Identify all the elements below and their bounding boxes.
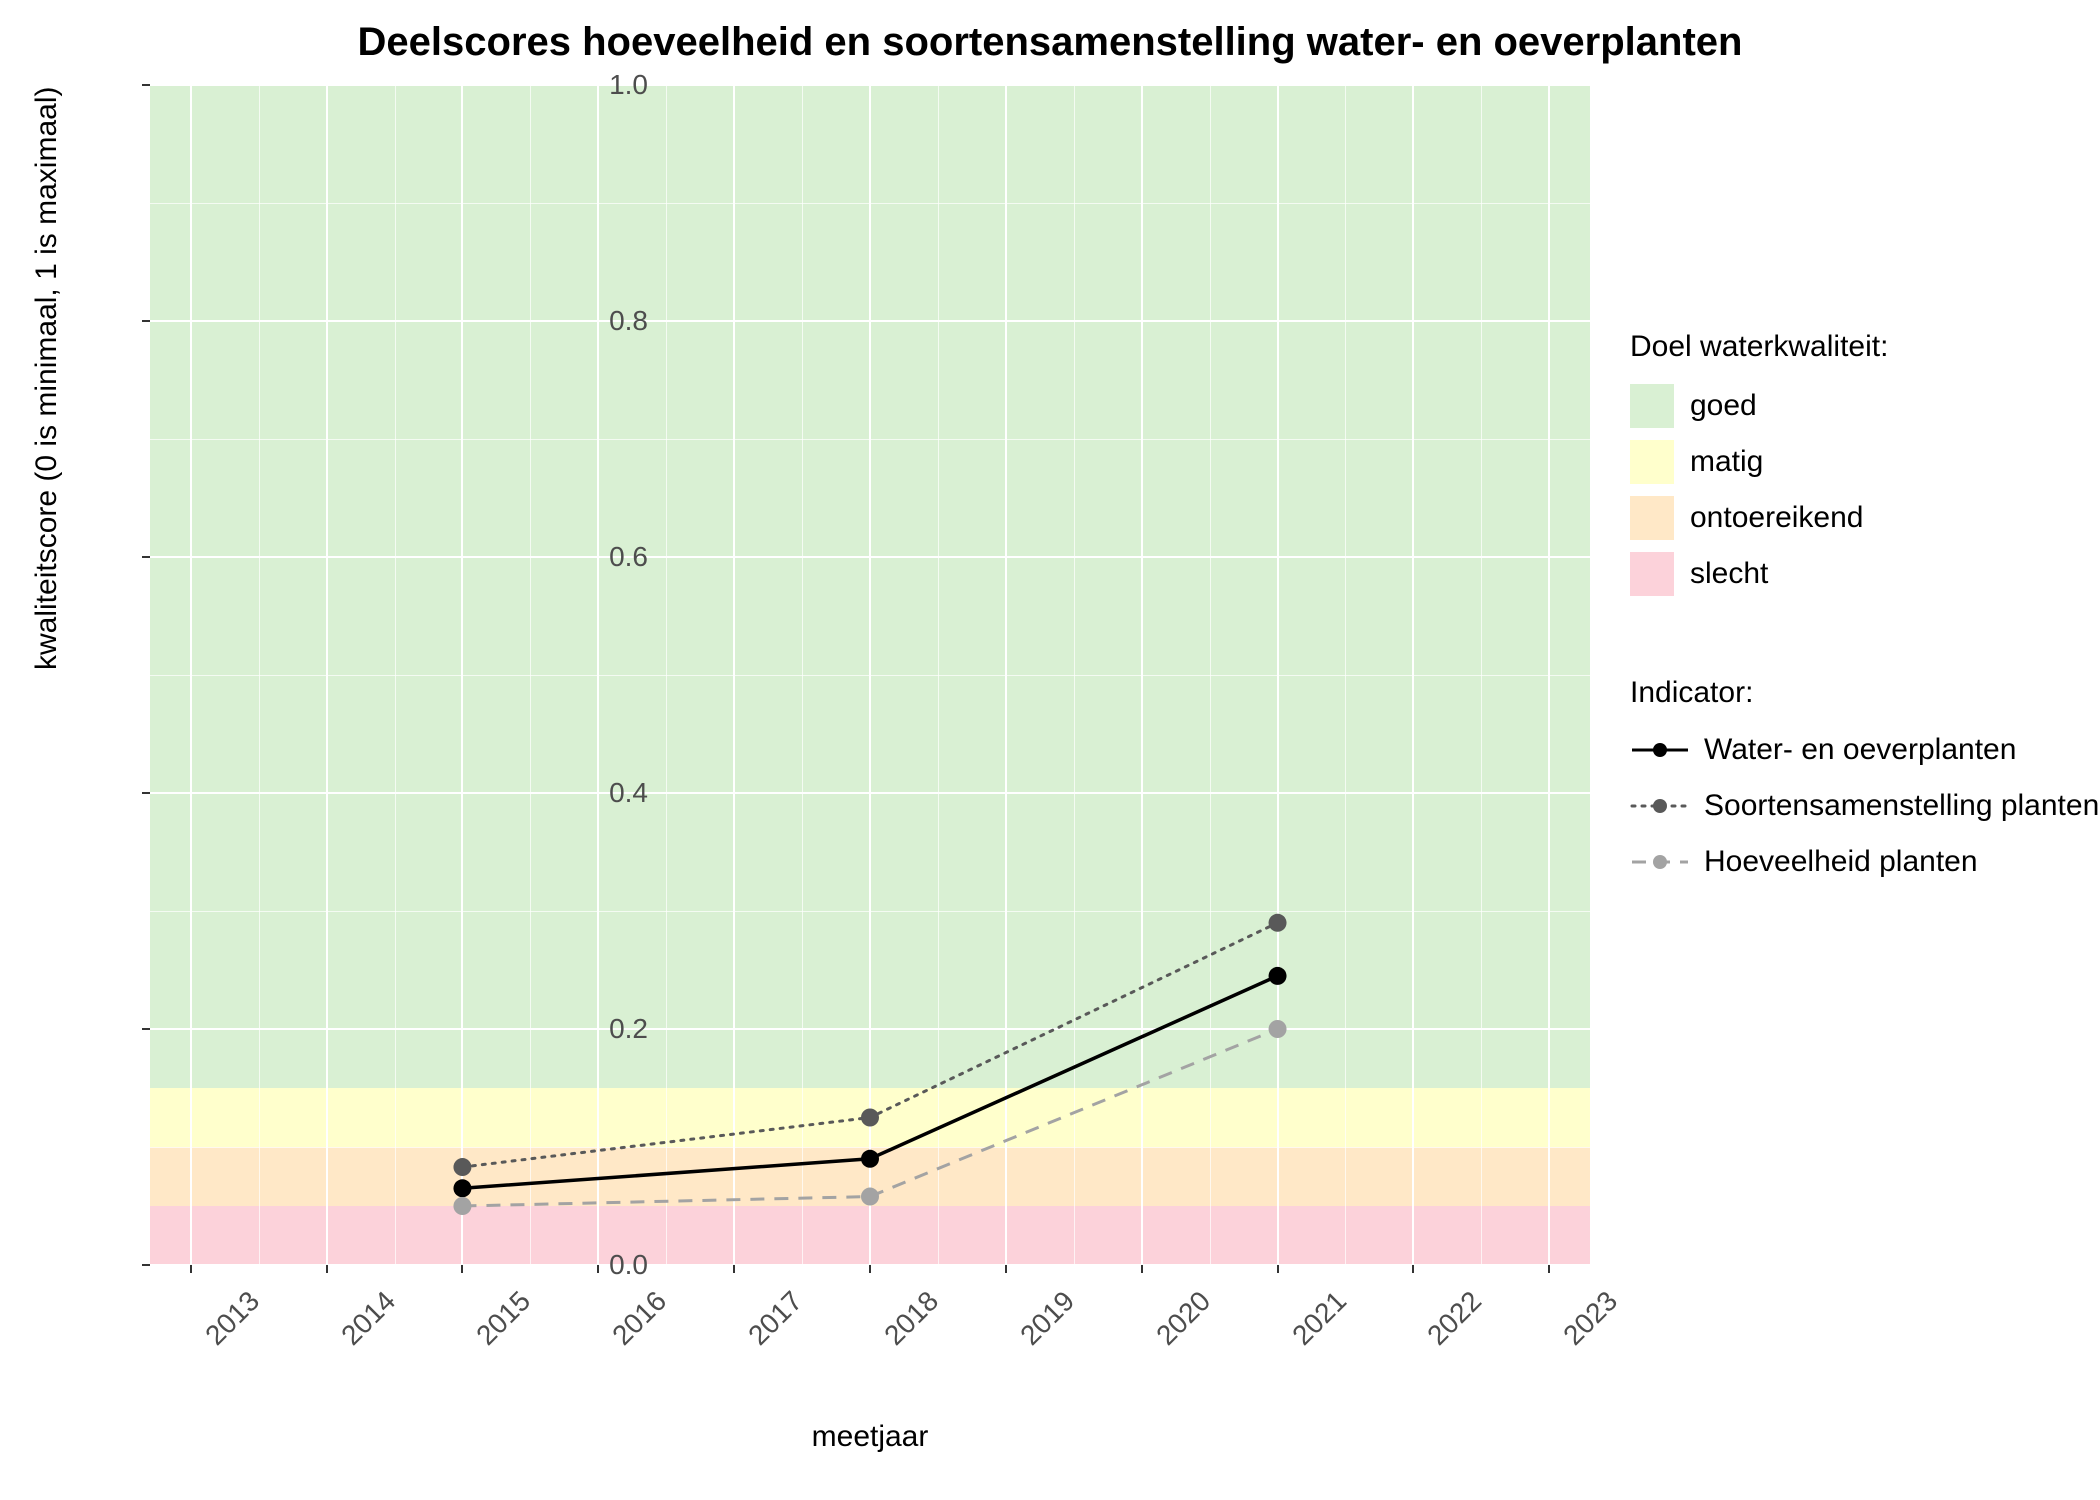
x-axis-label: meetjaar <box>150 1420 1590 1454</box>
y-axis-label: kwaliteitscore (0 is minimaal, 1 is maxi… <box>30 87 64 670</box>
legend-swatch <box>1630 552 1674 596</box>
y-tick-label: 0.2 <box>568 1013 648 1045</box>
x-tick-label: 2016 <box>607 1285 674 1352</box>
x-tick-label: 2013 <box>199 1285 266 1352</box>
data-point <box>861 1188 879 1206</box>
x-tick-mark <box>733 1265 735 1273</box>
legend-series-label: Water- en oeverplanten <box>1704 733 2016 767</box>
x-tick-mark <box>1005 1265 1007 1273</box>
legend-bands-title: Doel waterkwaliteit: <box>1630 330 2099 364</box>
legend-band-label: slecht <box>1690 557 1768 591</box>
x-tick-label: 2023 <box>1557 1285 1624 1352</box>
x-tick-mark <box>1277 1265 1279 1273</box>
legend-series-label: Soortensamenstelling planten <box>1704 789 2099 823</box>
y-tick-label: 0.0 <box>568 1249 648 1281</box>
x-tick-label: 2019 <box>1014 1285 1081 1352</box>
y-tick-label: 0.8 <box>568 305 648 337</box>
data-point <box>453 1179 471 1197</box>
legend-swatch <box>1630 440 1674 484</box>
legend-swatch <box>1630 384 1674 428</box>
x-tick-label: 2018 <box>878 1285 945 1352</box>
legend-band-item: ontoereikend <box>1630 496 2099 540</box>
legend-bands: goed matig ontoereikend slecht <box>1630 384 2099 596</box>
data-point <box>453 1197 471 1215</box>
y-tick-label: 1.0 <box>568 69 648 101</box>
legend-swatch <box>1630 496 1674 540</box>
chart-title: Deelscores hoeveelheid en soortensamenst… <box>0 20 2100 65</box>
y-tick-mark <box>142 556 150 558</box>
y-tick-mark <box>142 792 150 794</box>
y-tick-label: 0.4 <box>568 777 648 809</box>
x-tick-mark <box>190 1265 192 1273</box>
data-point <box>861 1150 879 1168</box>
legend-series-item: Hoeveelheid planten <box>1630 842 2099 882</box>
legend-band-item: goed <box>1630 384 2099 428</box>
x-tick-label: 2022 <box>1422 1285 1489 1352</box>
data-point <box>1269 1020 1287 1038</box>
y-tick-mark <box>142 84 150 86</box>
legend-series-label: Hoeveelheid planten <box>1704 845 1978 879</box>
data-point <box>861 1109 879 1127</box>
x-tick-mark <box>1141 1265 1143 1273</box>
x-tick-label: 2017 <box>742 1285 809 1352</box>
legend-series-glyph <box>1630 791 1690 821</box>
legend-series-glyph <box>1630 735 1690 765</box>
chart-svg <box>150 85 1590 1265</box>
legend-band-label: matig <box>1690 445 1763 479</box>
legend: Doel waterkwaliteit: goed matig ontoereike… <box>1630 330 2099 898</box>
y-tick-label: 0.6 <box>568 541 648 573</box>
x-tick-mark <box>1548 1265 1550 1273</box>
x-tick-label: 2021 <box>1286 1285 1353 1352</box>
x-tick-label: 2014 <box>335 1285 402 1352</box>
legend-series-title: Indicator: <box>1630 676 2099 710</box>
legend-band-item: slecht <box>1630 552 2099 596</box>
y-tick-mark <box>142 1028 150 1030</box>
legend-series-glyph <box>1630 847 1690 877</box>
legend-band-label: goed <box>1690 389 1757 423</box>
x-tick-mark <box>1412 1265 1414 1273</box>
x-tick-label: 2020 <box>1150 1285 1217 1352</box>
x-tick-mark <box>461 1265 463 1273</box>
y-tick-mark <box>142 320 150 322</box>
chart-container: Deelscores hoeveelheid en soortensamenst… <box>0 0 2100 1500</box>
x-tick-label: 2015 <box>471 1285 538 1352</box>
legend-band-item: matig <box>1630 440 2099 484</box>
legend-series: Water- en oeverplanten Soortensamenstelli… <box>1630 730 2099 882</box>
legend-series-item: Soortensamenstelling planten <box>1630 786 2099 826</box>
plot-area <box>150 85 1590 1265</box>
data-point <box>453 1158 471 1176</box>
data-point <box>1269 914 1287 932</box>
data-point <box>1269 967 1287 985</box>
x-tick-mark <box>869 1265 871 1273</box>
y-tick-mark <box>142 1264 150 1266</box>
legend-series-item: Water- en oeverplanten <box>1630 730 2099 770</box>
x-tick-mark <box>326 1265 328 1273</box>
legend-band-label: ontoereikend <box>1690 501 1863 535</box>
